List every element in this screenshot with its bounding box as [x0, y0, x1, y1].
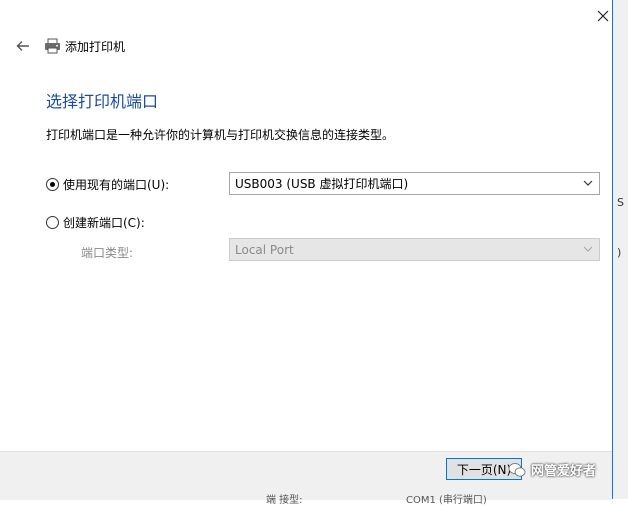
close-icon [597, 10, 609, 22]
back-arrow-icon [16, 41, 29, 51]
wechat-logo-icon [508, 462, 526, 477]
create-new-port-radio[interactable]: 创建新端口(C): [46, 214, 145, 231]
existing-port-select[interactable]: USB003 (USB 虚拟打印机端口) [229, 172, 600, 195]
port-type-label: 端口类型: [81, 246, 134, 260]
port-type-select[interactable]: Local Port [229, 238, 600, 261]
use-existing-port-radio[interactable]: 使用现有的端口(U): [46, 176, 169, 193]
watermark: 网管爱好者 [508, 460, 596, 479]
watermark-text: 网管爱好者 [531, 464, 597, 479]
background-fragment: ) [617, 246, 622, 259]
existing-port-value: USB003 (USB 虚拟打印机端口) [235, 177, 409, 191]
close-button[interactable] [588, 4, 618, 28]
back-button[interactable] [13, 37, 33, 55]
port-type-value: Local Port [235, 242, 294, 257]
chevron-down-icon [583, 246, 593, 252]
create-new-port-label: 创建新端口(C): [63, 216, 145, 230]
add-printer-dialog: 添加打印机 选择打印机端口 打印机端口是一种允许你的计算机与打印机交换信息的连接… [0, 0, 613, 500]
printer-icon [45, 38, 60, 54]
radio-indicator [46, 216, 59, 229]
background-fragment: S [617, 196, 624, 209]
wizard-title: 添加打印机 [65, 40, 126, 54]
chevron-down-icon [583, 180, 593, 186]
radio-indicator-selected [46, 178, 59, 191]
use-existing-port-label: 使用现有的端口(U): [63, 178, 170, 192]
background-window: S ) [612, 0, 628, 499]
page-heading: 选择打印机端口 [46, 92, 159, 111]
page-description: 打印机端口是一种允许你的计算机与打印机交换信息的连接类型。 [46, 128, 395, 142]
